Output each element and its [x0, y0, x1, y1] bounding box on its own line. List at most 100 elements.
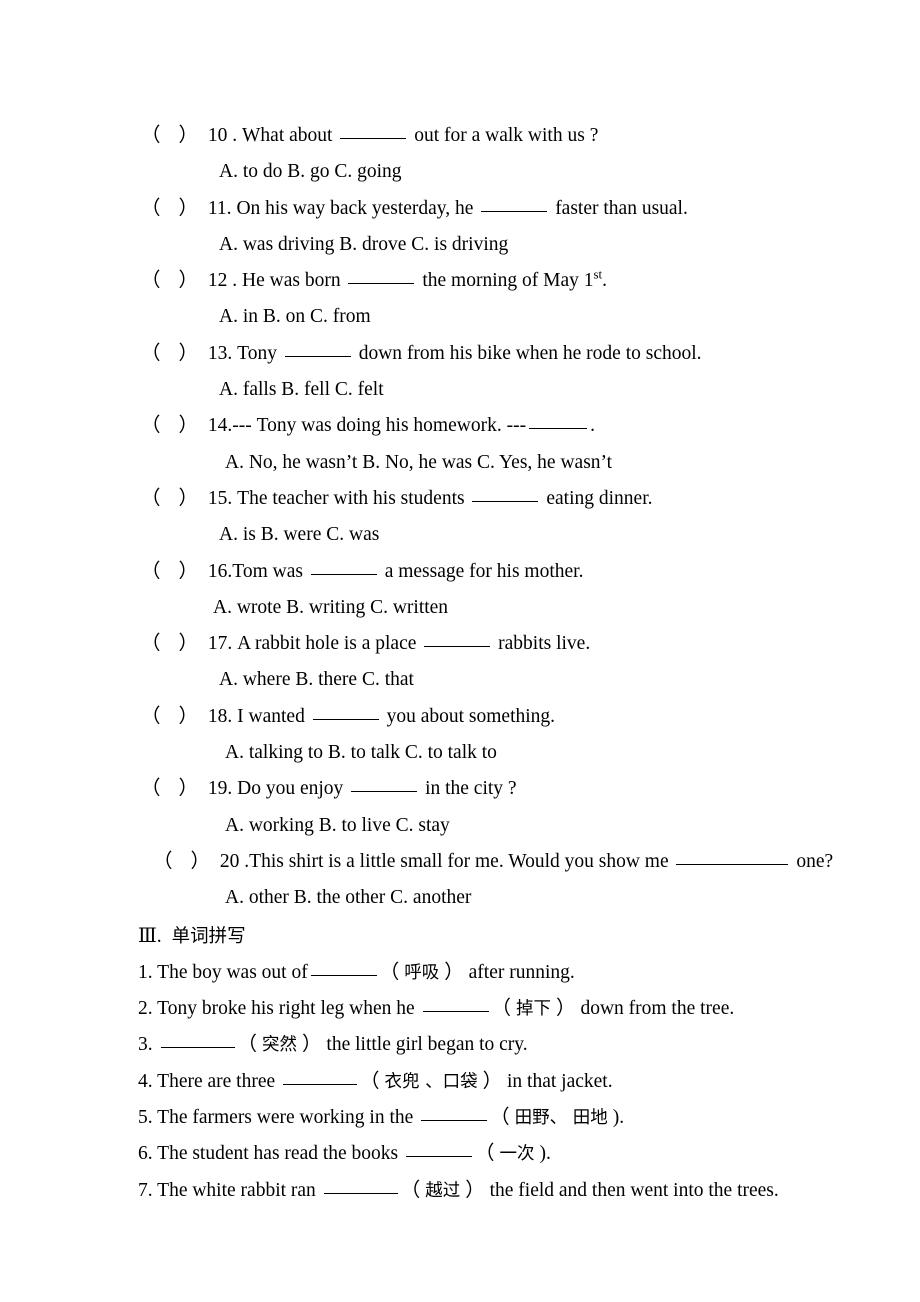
answer-blank[interactable] [529, 428, 588, 430]
hint-paren-close: ） [482, 1070, 503, 1092]
question-stem-tail: out for a walk with us ? [414, 125, 599, 146]
item-text-after: the little girl began to cry. [326, 1034, 528, 1056]
hint-paren-open: （ [490, 1107, 510, 1129]
question-row: （） 10 . What about out for a walk with u… [0, 118, 920, 154]
question-row: （） 20 .This shirt is a little small for … [0, 844, 920, 880]
question-stem-period: . [602, 270, 607, 292]
options-row[interactable]: A. is B. were C. was [0, 517, 920, 553]
answer-bracket[interactable]: （） [141, 198, 198, 219]
chinese-hint: 呼吸 [404, 962, 440, 983]
question-stem: What about [242, 125, 333, 146]
hint-paren-open: （ [237, 1034, 258, 1056]
answer-blank[interactable] [340, 138, 407, 139]
options-row[interactable]: A. in B. on C. from [0, 299, 920, 335]
answer-bracket[interactable]: （） [141, 270, 198, 291]
question-number: 20 . [219, 850, 250, 872]
hint-paren-close: ） [302, 1034, 322, 1056]
answer-bracket[interactable]: （） [141, 633, 198, 654]
answer-blank[interactable] [424, 646, 491, 648]
answer-blank[interactable] [472, 500, 539, 502]
question-number: 12 . [207, 270, 238, 292]
options-row[interactable]: A. wrote B. writing C. written [0, 590, 920, 626]
item-text-after: ). [539, 1143, 551, 1165]
options-row[interactable]: A. falls B. fell C. felt [0, 372, 920, 408]
question-stem-tail: in the city ? [425, 778, 517, 800]
worksheet-page: （） 10 . What about out for a walk with u… [0, 0, 920, 1302]
chinese-hint: 田野、 田地 [514, 1108, 608, 1129]
question-stem-tail: the morning of May 1 [422, 270, 594, 292]
answer-bracket[interactable]: （） [141, 125, 198, 146]
hint-paren-open: （ [360, 1070, 380, 1092]
answer-blank[interactable] [348, 283, 415, 285]
spelling-item: 3. （突然） the little girl began to cry. [0, 1027, 920, 1063]
item-number: 6. [138, 1143, 153, 1165]
item-text-before: Tony broke his right leg when he [157, 998, 415, 1020]
hint-paren-open: （ [475, 1143, 495, 1165]
answer-bracket[interactable]: （） [141, 706, 198, 727]
spelling-item: 6. The student has read the books （一次). [0, 1136, 920, 1172]
question-row: （） 19. Do you enjoy in the city ? [0, 771, 920, 807]
item-text-before: The student has read the books [157, 1143, 399, 1165]
item-text-after: ). [612, 1107, 625, 1129]
spelling-item: 5. The farmers were working in the （田野、 … [0, 1100, 920, 1136]
options-row[interactable]: A. working B. to live C. stay [0, 808, 920, 844]
question-stem: On his way back yesterday, he [236, 197, 474, 219]
question-row: （） 18. I wanted you about something. [0, 699, 920, 735]
question-stem-tail: you about something. [386, 705, 556, 727]
question-row: （） 12 . He was born the morning of May 1… [0, 263, 920, 299]
answer-blank[interactable] [284, 355, 351, 357]
answer-blank[interactable] [323, 1192, 398, 1194]
answer-bracket[interactable]: （） [141, 561, 198, 582]
answer-bracket[interactable]: （） [141, 488, 198, 509]
answer-blank[interactable] [283, 1083, 358, 1085]
answer-blank[interactable] [351, 791, 418, 793]
question-row: （） 16.Tom was a message for his mother. [0, 554, 920, 590]
item-text-before: The farmers were working in the [157, 1107, 414, 1129]
item-number: 2. [138, 998, 153, 1020]
answer-blank[interactable] [310, 974, 377, 976]
question-stem: This shirt is a little small for me. Wou… [249, 850, 669, 872]
hint-paren-close: ） [465, 1179, 485, 1201]
answer-blank[interactable] [160, 1047, 235, 1049]
item-number: 4. [138, 1070, 153, 1092]
chinese-hint: 突然 [262, 1035, 298, 1056]
answer-blank[interactable] [312, 718, 379, 720]
question-stem: Tom was [232, 560, 303, 582]
answer-blank[interactable] [676, 863, 789, 865]
section-title: 单词拼写 [171, 925, 246, 947]
options-row[interactable]: A. talking to B. to talk C. to talk to [0, 735, 920, 771]
question-stem-tail: faster than usual. [555, 197, 688, 219]
worksheet-content: （） 10 . What about out for a walk with u… [0, 118, 920, 1209]
spelling-item: 1. The boy was out of （呼吸） after running. [0, 955, 920, 991]
item-text-after: down from the tree. [580, 998, 735, 1020]
item-text-before: The white rabbit ran [157, 1179, 316, 1201]
item-number: 1. [138, 961, 153, 983]
question-number: 16. [207, 560, 233, 582]
question-number: 10 . [207, 125, 238, 146]
question-stem-tail: eating dinner. [546, 487, 653, 509]
answer-bracket[interactable]: （） [153, 851, 210, 872]
answer-blank[interactable] [406, 1156, 473, 1158]
answer-bracket[interactable]: （） [141, 778, 198, 799]
answer-blank[interactable] [481, 210, 548, 212]
answer-bracket[interactable]: （） [141, 343, 198, 364]
answer-blank[interactable] [310, 573, 377, 575]
hint-paren-close: ） [444, 961, 464, 983]
question-stem: The teacher with his students [237, 487, 465, 509]
answer-blank[interactable] [422, 1011, 489, 1013]
chinese-hint: 掉下 [516, 999, 552, 1020]
item-text-after: the field and then went into the trees. [489, 1179, 779, 1201]
item-text-before: The boy was out of [157, 961, 308, 983]
options-row[interactable]: A. to do B. go C. going [0, 154, 920, 190]
question-stem-tail: a message for his mother. [384, 560, 584, 582]
question-row: （） 15. The teacher with his students eat… [0, 481, 920, 517]
options-row[interactable]: A. other B. the other C. another [0, 880, 920, 916]
options-row[interactable]: A. was driving B. drove C. is driving [0, 227, 920, 263]
options-row[interactable]: A. where B. there C. that [0, 662, 920, 698]
hint-paren-close: ） [556, 998, 576, 1020]
hint-paren-open: （ [491, 998, 512, 1020]
answer-bracket[interactable]: （） [141, 415, 198, 436]
question-number: 17. [207, 633, 233, 655]
answer-blank[interactable] [421, 1120, 488, 1122]
options-row[interactable]: A. No, he wasn’t B. No, he was C. Yes, h… [0, 445, 920, 481]
